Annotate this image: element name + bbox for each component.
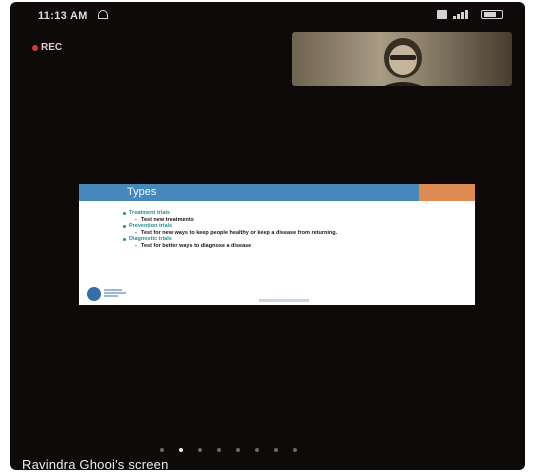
page-dot[interactable]: [274, 448, 278, 452]
slide-header-accent: [419, 184, 475, 201]
page-dot[interactable]: [198, 448, 202, 452]
logo-wordmark-placeholder: [104, 288, 134, 297]
status-icons: [437, 10, 503, 19]
slide-header: Types: [79, 184, 419, 201]
page-dot[interactable]: [217, 448, 221, 452]
page-dot[interactable]: [255, 448, 259, 452]
page-dot[interactable]: [236, 448, 240, 452]
sim-icon: [437, 10, 447, 19]
page-dot[interactable]: [293, 448, 297, 452]
slide-footer: [259, 299, 309, 302]
page-indicator[interactable]: [160, 448, 297, 452]
screen-owner-label: Ravindra Ghooi's screen: [22, 457, 169, 470]
recording-indicator: REC: [32, 42, 62, 53]
record-dot-icon: [32, 44, 38, 51]
participant-silhouette: [384, 38, 422, 86]
page-dot[interactable]: [160, 448, 164, 452]
organization-logo-icon: [87, 287, 101, 301]
signal-icon: [453, 10, 475, 19]
shared-screen-slide: Types Treatment trials Test new treatmen…: [79, 184, 475, 305]
slide-title: Types: [127, 186, 157, 198]
battery-icon: [481, 10, 503, 19]
participant-video[interactable]: [292, 32, 512, 86]
notification-icon: [98, 10, 108, 19]
slide-sub-diagnostic: Test for better ways to diagnose a disea…: [123, 243, 443, 250]
meeting-screen: 11:13 AM REC Types Treatment trials Test…: [10, 2, 525, 470]
recording-label: REC: [41, 42, 63, 53]
slide-body: Treatment trials Test new treatments Pre…: [123, 210, 443, 249]
status-bar: 11:13 AM: [10, 2, 525, 30]
status-time: 11:13 AM: [38, 10, 88, 22]
page-dot[interactable]: [179, 448, 183, 452]
